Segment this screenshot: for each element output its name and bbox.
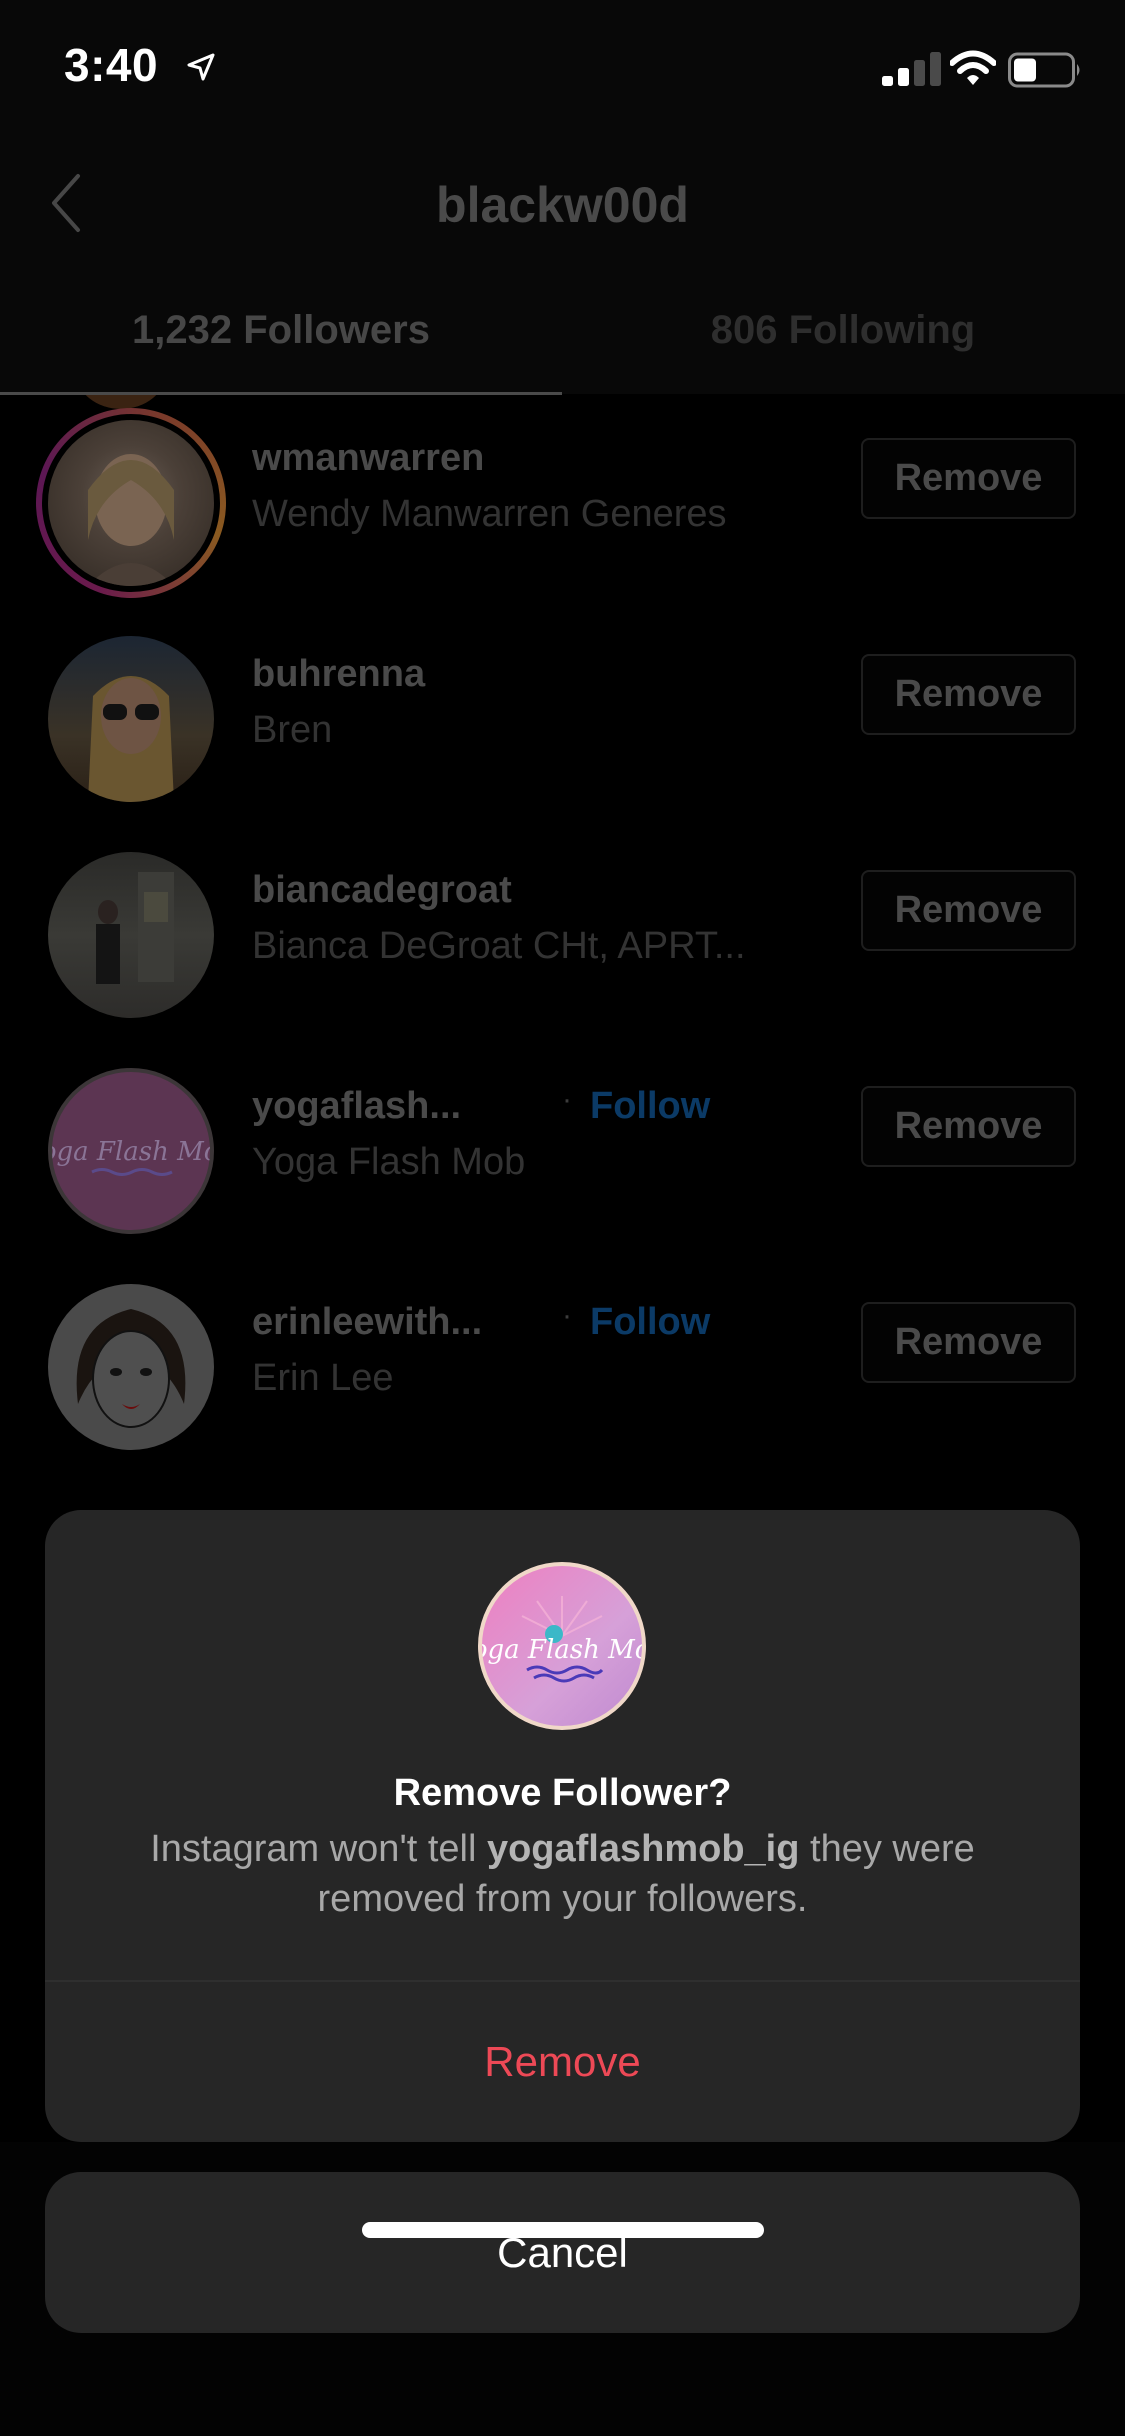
signal-bar [930,52,941,86]
dialog-message: Instagram won't tell yogaflashmob_ig the… [105,1824,1020,1924]
location-arrow-icon [187,53,215,81]
separator-dot: · [562,1299,572,1332]
dialog-avatar-text: Yoga Flash Mob [482,1635,642,1665]
dialog-avatar: Yoga Flash Mob [478,1562,646,1730]
follower-username[interactable]: erinleewith... [252,1301,482,1344]
home-indicator[interactable] [362,2222,764,2238]
follower-full-name: Wendy Manwarren Generes [252,493,727,535]
follower-username[interactable]: biancadegroat [252,869,512,912]
follower-full-name: Erin Lee [252,1357,394,1399]
page-title: blackw00d [436,177,689,233]
remove-follower-dialog: Yoga Flash Mob Remove Follower? Instagra… [45,1510,1080,2142]
dialog-message-username: yogaflashmob_ig [486,1828,800,1870]
follower-full-name: Bianca DeGroat CHt, APRT... [252,925,746,967]
follower-username[interactable]: wmanwarren [252,437,484,480]
battery-icon [1008,52,1080,88]
tab-following[interactable]: 806 Following [562,308,1124,353]
dialog-title: Remove Follower? [393,1772,732,1814]
followers-list[interactable]: wmanwarren Wendy Manwarren Generes Remov… [0,395,1125,1510]
status-time: 3:40 [64,39,159,91]
signal-bar [898,68,909,86]
status-bar: 3:40 [0,0,1125,140]
follower-row: biancadegroat Bianca DeGroat CHt, APRT..… [0,827,1125,1043]
tab-followers[interactable]: 1,232 Followers [0,308,562,353]
svg-text:Yoga Flash Mob: Yoga Flash Mob [52,1137,210,1167]
remove-follower-button[interactable]: Remove [861,1302,1076,1383]
avatar[interactable] [48,420,214,586]
follower-full-name: Bren [252,709,333,751]
signal-bar [914,60,925,86]
follower-username[interactable]: yogaflash... [252,1085,461,1128]
follower-row: erinleewith... · Follow Erin Lee Remove [0,1259,1125,1475]
avatar[interactable] [48,852,214,1018]
remove-follower-button[interactable]: Remove [861,654,1076,735]
confirm-remove-button[interactable]: Remove [45,1982,1080,2142]
follower-row: Yoga Flash Mob yogaflash... · Follow Yog… [0,1043,1125,1259]
wifi-icon [950,50,996,85]
separator-dot: · [562,1083,572,1116]
follow-button[interactable]: Follow [590,1085,710,1128]
remove-follower-button[interactable]: Remove [861,1086,1076,1167]
avatar[interactable]: Yoga Flash Mob [48,1068,214,1234]
avatar[interactable] [48,1284,214,1450]
follower-full-name: Yoga Flash Mob [252,1141,526,1183]
avatar[interactable] [48,636,214,802]
remove-follower-button[interactable]: Remove [861,870,1076,951]
cancel-button[interactable]: Cancel [45,2172,1080,2333]
follow-button[interactable]: Follow [590,1301,710,1344]
nav-header: blackw00d 1,232 Followers 806 Following [0,140,1125,395]
follower-row: buhrenna Bren Remove [0,611,1125,827]
follower-row: wmanwarren Wendy Manwarren Generes Remov… [0,395,1125,611]
signal-bar [882,76,893,86]
remove-follower-button[interactable]: Remove [861,438,1076,519]
signal-icon [882,52,941,86]
dialog-message-prefix: Instagram won't tell [150,1828,487,1870]
follower-username[interactable]: buhrenna [252,653,425,696]
